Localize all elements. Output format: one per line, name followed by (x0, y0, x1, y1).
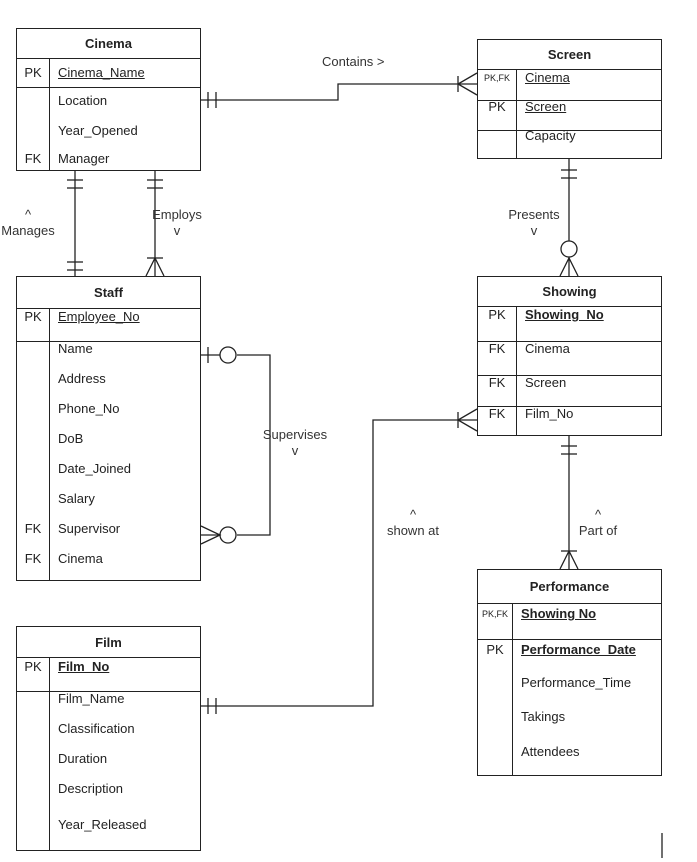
key-marker: PK (24, 659, 42, 674)
rel-arrow: ^ (594, 507, 602, 522)
rel-text: Presents (508, 207, 560, 222)
attribute-salary: Salary (58, 491, 95, 506)
row-divider (17, 87, 200, 88)
attribute-description: Description (58, 781, 124, 796)
entity-screen[interactable]: Screen PK,FK Cinema PK Screen Capacity (477, 39, 662, 159)
attribute-screen: Screen (525, 375, 567, 390)
rel-text: Part of (578, 523, 618, 538)
key-marker: PK (486, 642, 504, 657)
column-divider (516, 70, 517, 158)
key-marker: FK (488, 375, 506, 390)
key-marker: FK (488, 406, 506, 421)
zero-mark (560, 240, 578, 258)
entity-staff[interactable]: Staff PK Employee_No Name Address Phone_No DoB… (16, 276, 201, 581)
attribute-manager: Manager (58, 151, 110, 166)
zero-mark (219, 526, 237, 544)
rel-label-supervises: Supervises v (260, 427, 330, 459)
column-divider (49, 309, 50, 580)
attribute-employee-no: Employee_No (58, 309, 140, 324)
rel-label-employs: Employs v (150, 207, 204, 239)
row-divider (478, 639, 661, 640)
entity-title: Showing (478, 277, 661, 307)
key-marker: FK (24, 521, 42, 536)
key-marker: PK,FK (481, 609, 508, 619)
rel-text: shown at (386, 523, 440, 538)
column-divider (49, 658, 50, 850)
entity-title: Performance (478, 570, 661, 604)
attribute-performance-date: Performance_Date (521, 642, 636, 657)
attribute-date-joined: Date_Joined (58, 461, 131, 476)
entity-title: Film (17, 627, 200, 658)
attribute-film-no: Film_No (525, 406, 574, 421)
rel-label-shown-at: ^ shown at (383, 507, 443, 539)
attribute-screen: Screen (525, 99, 567, 114)
attribute-classification: Classification (58, 721, 135, 736)
rel-arrow: v (173, 223, 181, 238)
zero-mark (219, 346, 237, 364)
attribute-takings: Takings (521, 709, 566, 724)
connector-contains (201, 83, 477, 101)
attribute-cinema: Cinema (58, 551, 103, 566)
entity-showing[interactable]: Showing PK Showing_No FK Cinema FK Screen FK Fil… (477, 276, 662, 436)
entity-film[interactable]: Film PK Film_No Film_Name Classification Dura… (16, 626, 201, 851)
entity-title: Staff (17, 277, 200, 309)
attribute-dob: DoB (58, 431, 84, 446)
column-divider (516, 307, 517, 435)
connector-shown-at (201, 419, 477, 707)
attribute-film-name: Film_Name (58, 691, 125, 706)
rel-arrow: v (291, 443, 299, 458)
rel-arrow: ^ (409, 507, 417, 522)
rel-text: Manages (1, 223, 55, 238)
key-marker: FK (488, 341, 506, 356)
rel-text: Employs (152, 207, 202, 222)
key-marker: PK (488, 99, 506, 114)
attribute-year-released: Year_Released (58, 817, 147, 832)
attribute-performance-time: Performance_Time (521, 675, 632, 690)
key-marker: PK,FK (483, 73, 510, 83)
attribute-phone-no: Phone_No (58, 401, 120, 416)
attribute-name: Name (58, 341, 93, 356)
attribute-cinema-name: Cinema_Name (58, 65, 145, 80)
attribute-duration: Duration (58, 751, 108, 766)
row-divider (17, 341, 200, 342)
column-divider (512, 604, 513, 775)
entity-title: Cinema (17, 29, 200, 59)
attribute-supervisor: Supervisor (58, 521, 121, 536)
attribute-cinema: Cinema (525, 70, 570, 85)
attribute-address: Address (58, 371, 106, 386)
rel-label-part-of: ^ Part of (572, 507, 624, 539)
rel-text: Supervises (262, 427, 328, 442)
key-marker: FK (24, 551, 42, 566)
key-marker: FK (24, 151, 42, 166)
key-marker: PK (24, 309, 42, 324)
column-divider (49, 59, 50, 170)
rel-label-manages: ^ Manages (0, 207, 56, 239)
entity-cinema[interactable]: Cinema PK Cinema_Name Location Year_Opened FK… (16, 28, 201, 171)
rel-label-presents: Presents v (505, 207, 563, 239)
rel-arrow: v (530, 223, 538, 238)
attribute-year-opened: Year_Opened (58, 123, 138, 138)
key-marker: PK (24, 65, 42, 80)
attribute-cinema: Cinema (525, 341, 570, 356)
attribute-showing-no: Showing_No (525, 307, 604, 322)
attribute-showing-no: Showing No (521, 606, 597, 621)
entity-title: Screen (478, 40, 661, 70)
attribute-location: Location (58, 93, 108, 108)
rel-text: Contains > (322, 54, 385, 69)
attribute-film-no: Film_No (58, 659, 110, 674)
entity-performance[interactable]: Performance PK,FK Showing No PK Performance_… (477, 569, 662, 776)
rel-arrow: ^ (24, 207, 32, 222)
attribute-attendees: Attendees (521, 744, 580, 759)
rel-label-contains: Contains > (322, 54, 385, 70)
attribute-capacity: Capacity (525, 128, 576, 143)
key-marker: PK (488, 307, 506, 322)
